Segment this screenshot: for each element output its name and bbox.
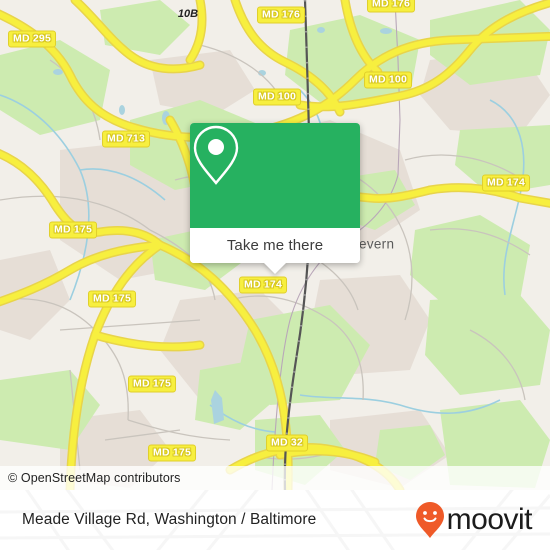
road-shield: MD 175 [148, 444, 196, 462]
road-shield: MD 176 [257, 6, 305, 24]
exit-label: 10B [177, 8, 199, 20]
popup-header [190, 123, 360, 228]
moovit-wordmark: moovit [446, 503, 533, 536]
osm-attribution-text: © OpenStreetMap contributors [8, 471, 181, 485]
road-shield: MD 100 [364, 71, 412, 89]
moovit-brand-logo[interactable]: moovit [415, 501, 533, 539]
road-shield: MD 295 [8, 30, 56, 48]
map-canvas[interactable]: MD 295 10B MD 176 MD 176 MD 100 MD 100 M… [0, 0, 550, 490]
road-shield: MD 175 [128, 375, 176, 393]
road-shield: MD 175 [88, 290, 136, 308]
road-shield: MD 32 [266, 434, 308, 452]
road-shield: MD 175 [49, 221, 97, 239]
location-popup-card[interactable]: Take me there [190, 123, 360, 274]
popup-pointer-tail [263, 262, 287, 274]
moovit-smiley-pin-icon [415, 502, 444, 538]
road-shield: MD 100 [253, 88, 301, 106]
road-shield: MD 174 [482, 174, 530, 192]
road-shield: MD 174 [239, 276, 287, 294]
take-me-there-label: Take me there [226, 237, 324, 254]
moovit-map-screenshot: MD 295 10B MD 176 MD 176 MD 100 MD 100 M… [0, 0, 550, 550]
take-me-there-button[interactable]: Take me there [190, 228, 360, 263]
road-shield: MD 713 [102, 130, 150, 148]
road-shield: MD 176 [367, 0, 415, 13]
location-title: Meade Village Rd, Washington / Baltimore [22, 511, 317, 528]
map-attribution-bar: © OpenStreetMap contributors [0, 466, 550, 490]
map-pin-icon [193, 125, 239, 185]
footer-bar: Meade Village Rd, Washington / Baltimore… [0, 490, 550, 550]
